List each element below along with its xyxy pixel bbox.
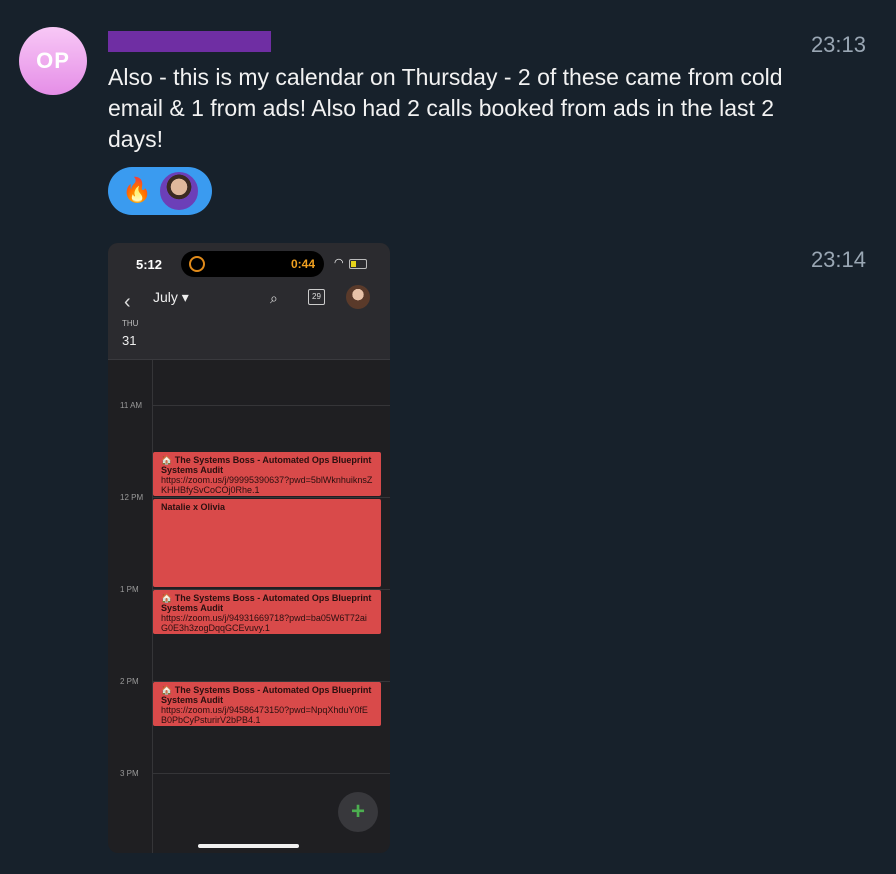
island-timer: 0:44 [290, 257, 315, 271]
event-title: 🏠 The Systems Boss - Automated Ops Bluep… [161, 685, 372, 705]
message-text: Also - this is my calendar on Thursday -… [108, 64, 783, 152]
hour-label: 12 PM [120, 493, 144, 502]
home-indicator [198, 844, 299, 848]
day-of-week: THU [122, 319, 139, 328]
event-title: 🏠 The Systems Boss - Automated Ops Bluep… [161, 593, 372, 613]
day-number: 31 [122, 333, 137, 348]
hour-line [152, 497, 390, 498]
add-event-fab: + [338, 792, 378, 832]
phone-status-bar: 5:12 0:44 ◠ [108, 243, 390, 287]
calendar-event: Natalie x Olivia [153, 499, 381, 587]
event-title: Natalie x Olivia [161, 502, 226, 512]
status-clock: 5:12 [136, 257, 163, 272]
fire-emoji-icon: 🔥 [122, 177, 152, 204]
user-avatar [346, 285, 370, 309]
month-selector: July ▾ [153, 289, 189, 305]
wifi-icon: ◠ [334, 257, 344, 269]
event-title: 🏠 The Systems Boss - Automated Ops Bluep… [161, 455, 372, 475]
sender-name-redacted[interactable] [108, 31, 271, 52]
message-time-1: 23:13 [810, 32, 866, 57]
calendar-event: 🏠 The Systems Boss - Automated Ops Bluep… [153, 590, 381, 634]
hour-label: 11 AM [120, 401, 143, 410]
hour-line [152, 773, 390, 774]
event-detail: https://zoom.us/j/94931669718?pwd=ba05W6… [161, 613, 367, 633]
timer-ring-icon [189, 256, 205, 272]
calendar-event: 🏠 The Systems Boss - Automated Ops Bluep… [153, 452, 381, 496]
reaction-chip[interactable]: 🔥 [108, 167, 212, 215]
calendar-toolbar: ‹ July ▾ ⌕ 29 THU 31 [108, 285, 390, 360]
calendar-today-icon: 29 [308, 289, 325, 305]
calendar-day-grid: 11 AM 12 PM 1 PM 2 PM 3 PM 🏠 The Systems… [108, 360, 390, 853]
reactor-avatar [159, 172, 198, 210]
hour-label: 1 PM [120, 585, 139, 594]
battery-icon [349, 259, 367, 269]
sender-avatar[interactable]: OP [19, 27, 87, 95]
message-time-2: 23:14 [810, 247, 866, 272]
hour-line [152, 405, 390, 406]
calendar-screenshot-image[interactable]: 5:12 0:44 ◠ ‹ July ▾ ⌕ 29 THU 31 11 AM 1… [108, 243, 390, 853]
search-icon: ⌕ [270, 290, 278, 306]
event-detail: https://zoom.us/j/94586473150?pwd=NpqXhd… [161, 705, 368, 725]
hour-label: 2 PM [120, 677, 139, 686]
dynamic-island: 0:44 [181, 251, 324, 277]
event-detail: https://zoom.us/j/99995390637?pwd=5blWkn… [161, 475, 373, 495]
hour-label: 3 PM [120, 769, 139, 778]
calendar-event: 🏠 The Systems Boss - Automated Ops Bluep… [153, 682, 381, 726]
back-chevron-icon: ‹ [124, 291, 131, 313]
